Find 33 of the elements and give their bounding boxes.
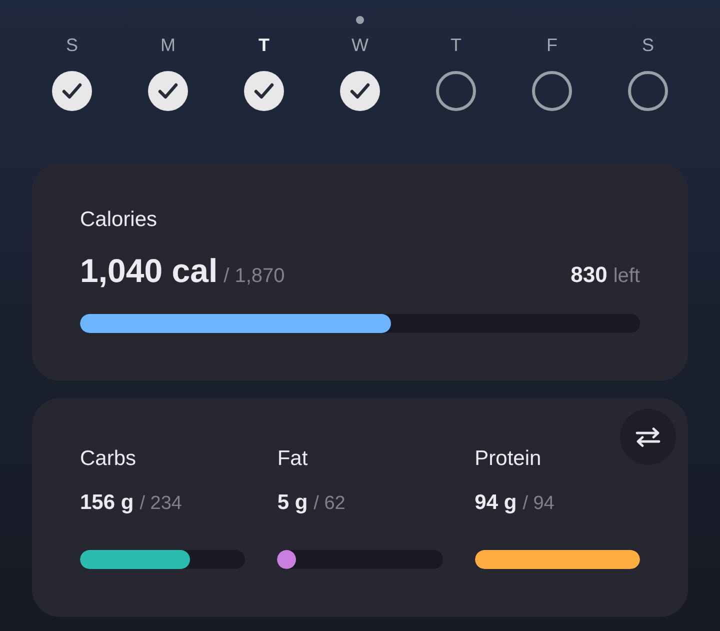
macro-amount: 5 g [277, 491, 308, 515]
calories-title: Calories [80, 207, 158, 233]
day-label[interactable]: S [66, 34, 78, 56]
day-checkbox[interactable] [340, 71, 380, 111]
remaining-label: left [613, 264, 640, 289]
macro-amount: 94 g [474, 491, 517, 515]
macro-name: Carbs [80, 446, 136, 472]
macro-goal: / 94 [522, 492, 554, 516]
day-checkbox[interactable] [436, 71, 476, 111]
macro-name: Protein [474, 446, 542, 472]
day-checkbox[interactable] [244, 71, 284, 111]
calories-remaining: 830 [570, 261, 608, 289]
day-label[interactable]: F [546, 34, 558, 56]
day-checkbox[interactable] [532, 71, 572, 111]
macro-goal: / 234 [140, 492, 182, 516]
day-label[interactable]: W [352, 34, 368, 56]
macro-amount: 156 g [80, 491, 134, 515]
day-label[interactable]: T [450, 34, 462, 56]
day-checkbox[interactable] [148, 71, 188, 111]
calories-goal: / 1,870 [224, 264, 285, 289]
calories-consumed: 1,040 cal [80, 252, 218, 290]
day-checkbox[interactable] [628, 71, 668, 111]
check-icon [158, 83, 178, 99]
day-label[interactable]: S [642, 34, 654, 56]
day-checkbox[interactable] [52, 71, 92, 111]
check-icon [254, 83, 274, 99]
check-icon [62, 83, 82, 99]
swap-arrows-icon [634, 427, 662, 447]
check-icon [350, 83, 370, 99]
day-label[interactable]: M [160, 34, 176, 56]
macro-goal: / 62 [314, 492, 346, 516]
day-label[interactable]: T [258, 34, 270, 56]
macro-name: Fat [277, 446, 308, 472]
